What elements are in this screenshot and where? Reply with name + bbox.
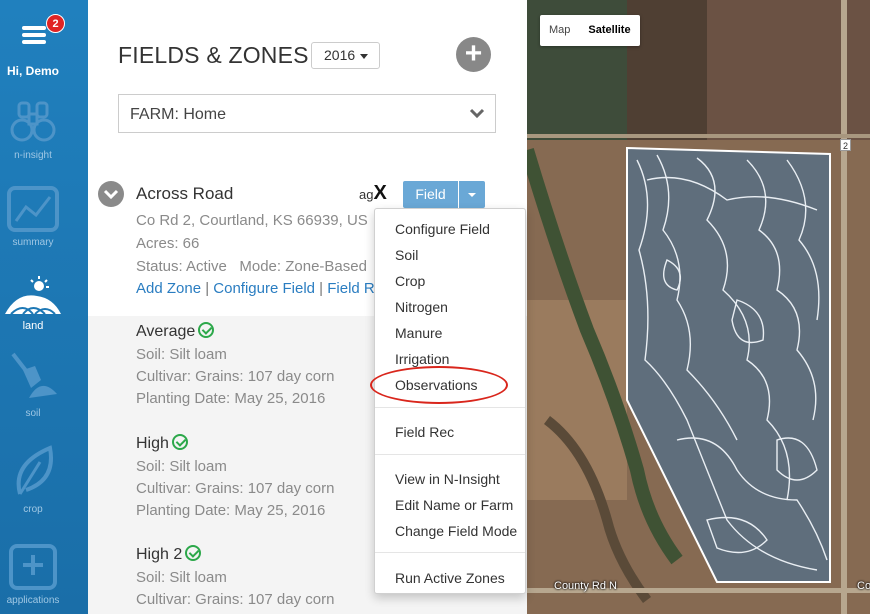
caret-down-icon [360,53,369,59]
menu-divider [375,552,525,553]
nav-label: applications [6,595,60,606]
map-type-map[interactable]: Map [540,15,579,46]
map-imagery [527,0,870,614]
land-icon [5,276,61,315]
map-type-satellite[interactable]: Satellite [579,15,639,46]
menu-divider [375,407,525,408]
farm-select-value: FARM: Home [130,106,227,123]
menu-item-edit-name-or-farm[interactable]: Edit Name or Farm [395,497,513,513]
satellite-map[interactable]: Map Satellite 2 County Rd N Co [527,0,870,614]
nav-label: soil [25,408,41,419]
nav-item-n-insight[interactable]: n-insight [0,100,66,161]
add-zone-link[interactable]: Add Zone [136,280,201,297]
nav-item-summary[interactable]: summary [0,185,66,248]
app-window: 2 Hi, Demo n-insight summary land soil c… [0,0,870,614]
menu-divider [375,454,525,455]
field-address: Co Rd 2, Courtland, KS 66939, US [136,212,368,229]
menu-item-manure[interactable]: Manure [395,325,442,341]
menu-item-irrigation[interactable]: Irrigation [395,351,449,367]
menu-item-view-in-n-insight[interactable]: View in N-Insight [395,471,500,487]
zone-name: High 2 [136,546,183,563]
nav-label: n-insight [14,150,52,161]
menu-icon [22,26,46,30]
nav-label: land [22,320,44,332]
add-field-button[interactable]: + [456,37,491,72]
user-greeting[interactable]: Hi, Demo [0,64,66,78]
check-circle-icon [171,434,188,450]
year-select[interactable]: 2016 [311,42,380,69]
menu-item-run-active-zones[interactable]: Run Active Zones [395,570,505,586]
chevron-down-icon [103,189,119,200]
zone-name: High [136,435,169,452]
road-label-right: Co [857,580,870,592]
check-circle-icon [185,545,202,561]
highlight-circle [370,366,508,404]
menu-icon-bar [22,40,46,44]
page-title: FIELDS & ZONES [118,42,309,68]
menu-item-crop[interactable]: Crop [395,273,425,289]
map-type-control: Map Satellite [540,15,640,46]
sidebar: 2 Hi, Demo n-insight summary land soil c… [0,0,88,614]
check-circle-icon [198,322,215,338]
menu-item-soil[interactable]: Soil [395,247,418,263]
nav-item-land[interactable]: land [0,276,66,332]
menu-button[interactable] [19,20,49,50]
field-name: Across Road [136,184,234,203]
field-rec-link[interactable]: Field R [327,280,375,297]
nav-label: summary [12,237,54,248]
menu-icon-bar [22,33,46,37]
menu-item-nitrogen[interactable]: Nitrogen [395,299,448,315]
nav-item-crop[interactable]: crop [0,444,66,515]
menu-item-change-field-mode[interactable]: Change Field Mode [395,523,517,539]
menu-item-configure-field[interactable]: Configure Field [395,221,490,237]
chart-icon [7,186,59,232]
chevron-down-icon [469,108,485,119]
agx-logo: agX [359,182,387,204]
field-button[interactable]: Field [403,181,458,208]
plus-box-icon [9,544,57,590]
nav-item-applications[interactable]: applications [0,543,66,606]
leaf-icon [16,445,53,495]
field-dropdown-toggle[interactable] [459,181,485,208]
menu-item-field-rec[interactable]: Field Rec [395,424,454,440]
field-links: Add Zone | Configure Field | Field R [136,280,375,297]
road-label: County Rd N [554,580,617,592]
binoculars-icon [10,101,56,142]
field-acres: Acres: 66 [136,235,200,252]
nav-label: crop [23,504,43,515]
year-value: 2016 [324,47,356,63]
zone-name: Average [136,323,196,340]
notification-badge[interactable]: 2 [46,14,65,33]
configure-field-link[interactable]: Configure Field [213,280,315,297]
route-shield: 2 [840,139,851,151]
farm-select[interactable]: FARM: Home [118,94,496,133]
nav-item-soil[interactable]: soil [0,350,66,419]
field-status: Status: Active Mode: Zone-Based [136,258,367,275]
collapse-button[interactable] [98,181,124,207]
shovel-icon [11,352,57,398]
